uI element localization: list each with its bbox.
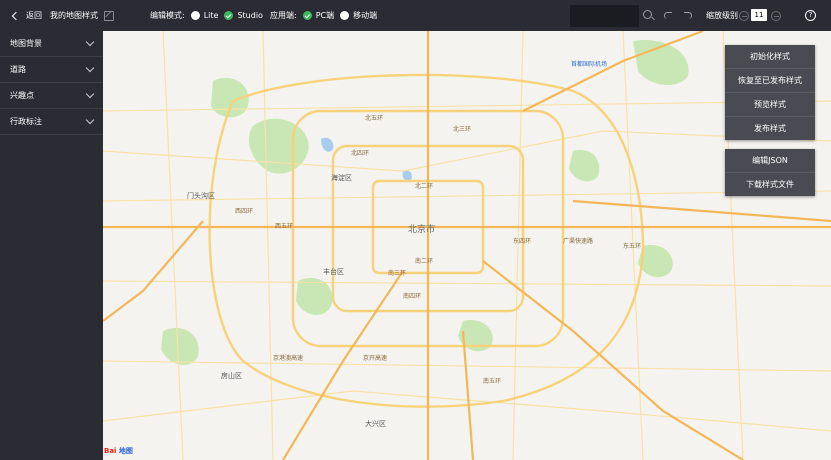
- map-title-text: 我的地图样式: [50, 11, 98, 20]
- radio-checked-icon: [302, 11, 312, 20]
- mode-studio-label: Studio: [237, 11, 263, 20]
- chevron-down-icon: [85, 37, 95, 47]
- zoom-in-icon[interactable]: [771, 11, 781, 21]
- district-label: 门头沟区: [187, 192, 215, 200]
- top-toolbar: 返回 我的地图样式 编辑模式: Lite Studio 应用端: PC端 移动端…: [0, 0, 831, 31]
- sidebar-item-label: 地图背景: [10, 39, 42, 48]
- road-label: 京开高速: [363, 355, 388, 362]
- road-label: 西五环: [275, 223, 294, 230]
- style-actions-panel: 初始化样式 恢复至已发布样式 预览样式 发布样式: [725, 45, 815, 140]
- zoom-out-icon[interactable]: [739, 11, 749, 21]
- sidebar-item-roads[interactable]: 道路: [0, 57, 103, 83]
- zoom-level-value[interactable]: 11: [751, 9, 767, 21]
- road-label: 西四环: [235, 208, 254, 215]
- init-style-button[interactable]: 初始化样式: [725, 45, 815, 69]
- radio-unchecked-icon: [190, 11, 200, 20]
- platform-mobile-radio[interactable]: 移动端: [340, 10, 377, 21]
- road-label: 南四环: [403, 293, 422, 300]
- road-label: 南三环: [388, 270, 407, 277]
- preview-style-button[interactable]: 预览样式: [725, 93, 815, 117]
- zoom-label: 缩放级别: [706, 11, 738, 20]
- mode-lite-label: Lite: [203, 11, 219, 20]
- back-label: 返回: [26, 11, 42, 20]
- platform-mobile-label: 移动端: [353, 11, 378, 20]
- chevron-down-icon: [85, 63, 95, 73]
- undo-icon[interactable]: [662, 9, 675, 22]
- map-style-title: 我的地图样式: [50, 0, 114, 31]
- district-label: 房山区: [221, 372, 242, 380]
- radio-checked-icon: [224, 11, 234, 20]
- edit-mode-group: 编辑模式: Lite Studio: [150, 0, 263, 31]
- edit-json-button[interactable]: 编辑JSON: [725, 149, 815, 173]
- publish-style-button[interactable]: 发布样式: [725, 117, 815, 140]
- back-button[interactable]: 返回: [11, 0, 42, 31]
- redo-icon[interactable]: [682, 9, 695, 22]
- sidebar-item-label: 行政标注: [10, 117, 42, 126]
- road-label: 北四环: [351, 150, 370, 157]
- road-label: 广渠快速路: [563, 238, 594, 245]
- road-label: 南二环: [415, 258, 434, 265]
- airport-label: 首都国际机场: [571, 61, 608, 68]
- road-label: 北五环: [365, 115, 384, 122]
- back-chevron-icon: [11, 11, 21, 20]
- apply-platform-group: 应用端: PC端 移动端: [270, 0, 377, 31]
- chevron-down-icon: [85, 115, 95, 125]
- restore-published-button[interactable]: 恢复至已发布样式: [725, 69, 815, 93]
- edit-mode-label: 编辑模式:: [150, 11, 185, 20]
- road-label: 南五环: [483, 378, 502, 385]
- city-label: 北京市: [408, 225, 436, 235]
- radio-unchecked-icon: [340, 11, 350, 20]
- road-label: 东五环: [623, 243, 642, 250]
- mode-lite-radio[interactable]: Lite: [190, 11, 219, 20]
- road-label: 东四环: [513, 238, 532, 245]
- district-label: 丰台区: [323, 268, 344, 276]
- road-label: 北二环: [415, 183, 434, 190]
- json-actions-panel: 编辑JSON 下载样式文件: [725, 149, 815, 196]
- chevron-down-icon: [85, 89, 95, 99]
- map-graphics: [103, 31, 831, 460]
- platform-pc-label: PC端: [315, 11, 335, 20]
- sidebar-item-label: 道路: [10, 65, 26, 74]
- sidebar-item-label: 兴趣点: [10, 91, 34, 100]
- mode-studio-radio[interactable]: Studio: [224, 11, 263, 20]
- download-style-button[interactable]: 下载样式文件: [725, 173, 815, 196]
- platform-pc-radio[interactable]: PC端: [302, 10, 335, 21]
- sidebar-item-admin-labels[interactable]: 行政标注: [0, 109, 103, 135]
- district-label: 大兴区: [365, 420, 386, 428]
- search-icon[interactable]: [642, 9, 655, 22]
- edit-title-icon[interactable]: [104, 10, 114, 21]
- sidebar-item-map-background[interactable]: 地图背景: [0, 31, 103, 57]
- district-label: 海淀区: [331, 174, 352, 182]
- logo-text: Bai: [104, 447, 117, 455]
- logo-text-suffix: 地图: [118, 447, 133, 455]
- apply-label: 应用端:: [270, 11, 297, 20]
- road-label: 北三环: [453, 126, 472, 133]
- search-input[interactable]: [570, 5, 639, 27]
- sidebar-item-poi[interactable]: 兴趣点: [0, 83, 103, 109]
- road-label: 京港澳高速: [273, 355, 304, 362]
- baidu-logo: Bai 地图: [104, 446, 133, 456]
- style-sidebar: 地图背景 道路 兴趣点 行政标注: [0, 31, 103, 460]
- map-canvas[interactable]: 北京市 海淀区 门头沟区 丰台区 房山区 大兴区 北五环 北四环 北三环 北二环…: [103, 31, 831, 460]
- help-icon[interactable]: ?: [805, 10, 816, 21]
